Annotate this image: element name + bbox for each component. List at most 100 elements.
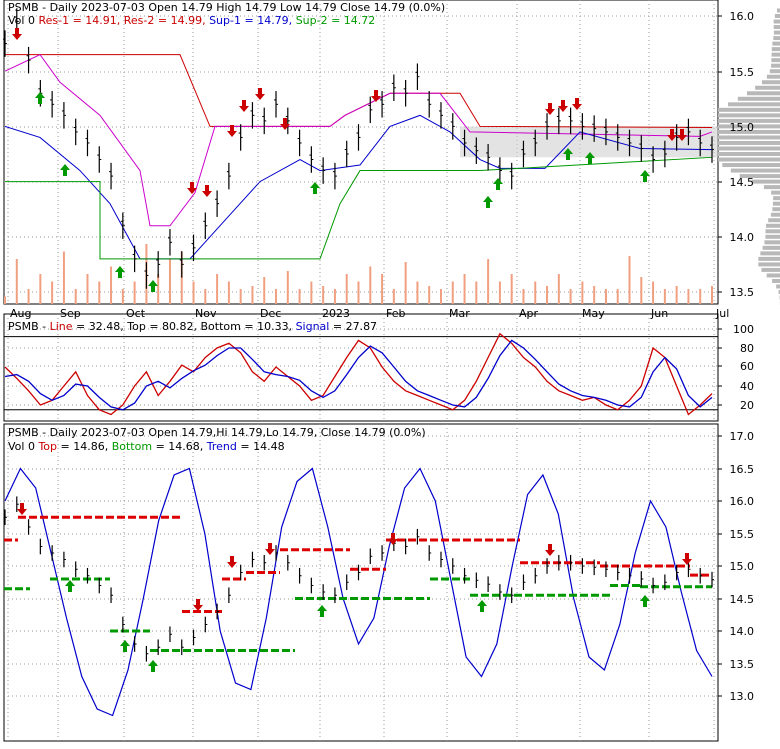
panel3-header-line2-seg-6: = 14.48 <box>237 440 285 453</box>
panel2-header-line1-seg-1: Line <box>50 320 73 333</box>
volume-bar <box>676 286 678 304</box>
volume-bar <box>534 282 536 305</box>
panel1-header-line2-seg-3: Sup-1 = 14.79, <box>209 14 296 27</box>
y-tick-label: 14.0 <box>730 625 755 638</box>
volume-profile-bar <box>718 108 780 112</box>
panel1-header-line2-seg-0: Vol 0 <box>8 14 38 27</box>
volume-profile-bar <box>771 191 780 195</box>
volume-profile-bar <box>718 158 780 162</box>
volume-bar <box>287 271 289 304</box>
panel3-header-line2-seg-2: = 14.86, <box>57 440 112 453</box>
panel2-header-line1-seg-4: = 27.87 <box>329 320 377 333</box>
volume-bar <box>63 252 65 305</box>
volume-profile-bar <box>772 53 780 57</box>
volume-profile-bar <box>774 25 780 29</box>
volume-profile-bar <box>764 185 780 189</box>
volume-profile-bar <box>760 251 780 255</box>
volume-bar <box>664 289 666 304</box>
volume-profile-bar <box>758 257 780 261</box>
volume-bar <box>369 267 371 305</box>
volume-profile-bar <box>738 97 780 101</box>
x-tick-label: Mar <box>449 307 470 320</box>
volume-bar <box>487 259 489 304</box>
y-tick-label: 80 <box>740 342 754 355</box>
volume-profile-bar <box>772 207 780 211</box>
volume-profile-bar <box>718 146 780 150</box>
volume-profile-bar <box>772 279 780 283</box>
y-tick-label: 15.5 <box>730 528 755 541</box>
volume-profile-bar <box>765 235 780 239</box>
volume-bar <box>134 282 136 305</box>
volume-bar <box>699 289 701 304</box>
volume-profile-bar <box>718 113 780 117</box>
volume-profile-bar <box>767 75 780 79</box>
volume-bar <box>605 289 607 304</box>
volume-bar <box>629 256 631 304</box>
y-tick-label: 17.0 <box>730 430 755 443</box>
volume-profile-bar <box>774 31 780 35</box>
volume-bar <box>4 297 6 305</box>
volume-bar <box>51 282 53 305</box>
panel3-header-line1: PSMB - Daily 2023-07-03 Open 14.79,Hi 14… <box>8 426 426 439</box>
volume-profile-bar <box>731 169 780 173</box>
y-tick-label: 100 <box>733 323 754 336</box>
volume-profile-bar <box>763 246 780 250</box>
volume-profile-bar <box>773 202 780 206</box>
y-tick-label: 60 <box>740 360 754 373</box>
chart-root: AugSepOctNovDec2023FebMarAprMayJunJul16.… <box>0 0 780 745</box>
volume-bar <box>240 289 242 304</box>
y-tick-label: 16.0 <box>730 10 755 23</box>
panel3-header-line1-seg-0: PSMB - Daily 2023-07-03 Open 14.79,Hi 14… <box>8 426 426 439</box>
volume-profile-bar <box>771 213 780 217</box>
volume-bar <box>593 286 595 304</box>
volume-profile-bar <box>772 47 780 51</box>
x-tick-label: Jul <box>715 307 729 320</box>
volume-bar <box>310 282 312 305</box>
volume-bar <box>570 289 572 304</box>
volume-bar <box>251 286 253 304</box>
volume-bar <box>358 282 360 305</box>
panel1-header-line2-seg-1: Res-1 = 14.91, <box>38 14 123 27</box>
y-tick-label: 15.0 <box>730 121 755 134</box>
volume-bar <box>122 289 124 304</box>
volume-bar <box>98 282 100 305</box>
volume-profile-bar <box>762 80 780 84</box>
volume-profile-bar <box>758 262 780 266</box>
volume-bar <box>393 289 395 304</box>
panel3-header-line2-seg-4: = 14.68, <box>152 440 207 453</box>
y-tick-label: 15.0 <box>730 560 755 573</box>
panel2-header-line1: PSMB - Line = 32.48, Top = 80.82, Bottom… <box>8 320 377 333</box>
volume-bar <box>228 282 230 305</box>
panel1-header-line2-seg-2: Res-2 = 14.99, <box>124 14 209 27</box>
panel3-header-line2: Vol 0 Top = 14.86, Bottom = 14.68, Trend… <box>8 440 285 453</box>
volume-profile-bar <box>718 152 780 156</box>
panel2-header-line1-seg-0: PSMB - <box>8 320 50 333</box>
volume-profile-bar <box>771 64 780 68</box>
stock-chart-svg: AugSepOctNovDec2023FebMarAprMayJunJul16.… <box>0 0 780 745</box>
volume-bar <box>416 282 418 305</box>
volume-profile-bar <box>773 36 780 40</box>
volume-profile-bar <box>728 102 780 106</box>
volume-profile-bar <box>761 268 780 272</box>
volume-bar <box>263 277 265 304</box>
volume-bar <box>86 274 88 304</box>
volume-bar <box>169 259 171 304</box>
x-tick-label: Feb <box>386 307 405 320</box>
x-tick-label: Aug <box>10 307 31 320</box>
volume-profile-bar <box>755 86 780 90</box>
volume-bar <box>452 282 454 305</box>
volume-bar <box>204 289 206 304</box>
x-tick-label: Sep <box>60 307 81 320</box>
volume-bar <box>558 274 560 304</box>
volume-bar <box>157 274 159 304</box>
y-tick-label: 15.5 <box>730 66 755 79</box>
volume-bar <box>193 282 195 305</box>
y-tick-label: 16.0 <box>730 495 755 508</box>
y-tick-label: 13.5 <box>730 286 755 299</box>
volume-profile-bar <box>770 69 780 73</box>
volume-profile-bar <box>766 224 780 228</box>
volume-bar <box>522 289 524 304</box>
volume-bar <box>640 277 642 304</box>
panel3-header-line2-seg-0: Vol 0 <box>8 440 38 453</box>
volume-profile-bar <box>764 240 780 244</box>
